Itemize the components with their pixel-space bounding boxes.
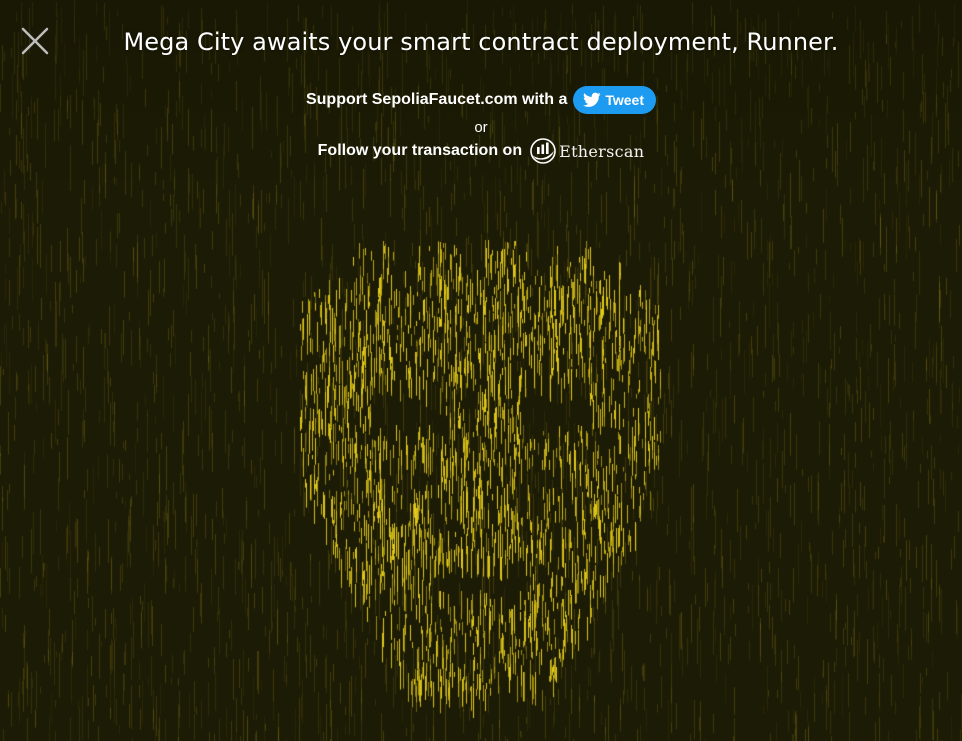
tweet-button-label: Tweet — [605, 92, 644, 108]
etherscan-label: Etherscan — [559, 141, 645, 161]
page-title: Mega City awaits your smart contract dep… — [123, 28, 839, 56]
follow-text: Follow your transaction on — [317, 142, 523, 159]
support-row: Support SepoliaFaucet.com with a Tweet — [0, 86, 962, 114]
etherscan-logo-icon — [530, 138, 556, 164]
overlay-stage: Mega City awaits your smart contract dep… — [0, 0, 962, 741]
or-separator: or — [474, 119, 488, 136]
twitter-bird-icon — [583, 92, 602, 107]
etherscan-link[interactable]: Etherscan — [530, 138, 644, 164]
follow-row: Follow your transaction on Etherscan — [0, 138, 962, 164]
support-text: Support SepoliaFaucet.com with a — [305, 91, 568, 108]
tweet-button[interactable]: Tweet — [573, 86, 656, 114]
